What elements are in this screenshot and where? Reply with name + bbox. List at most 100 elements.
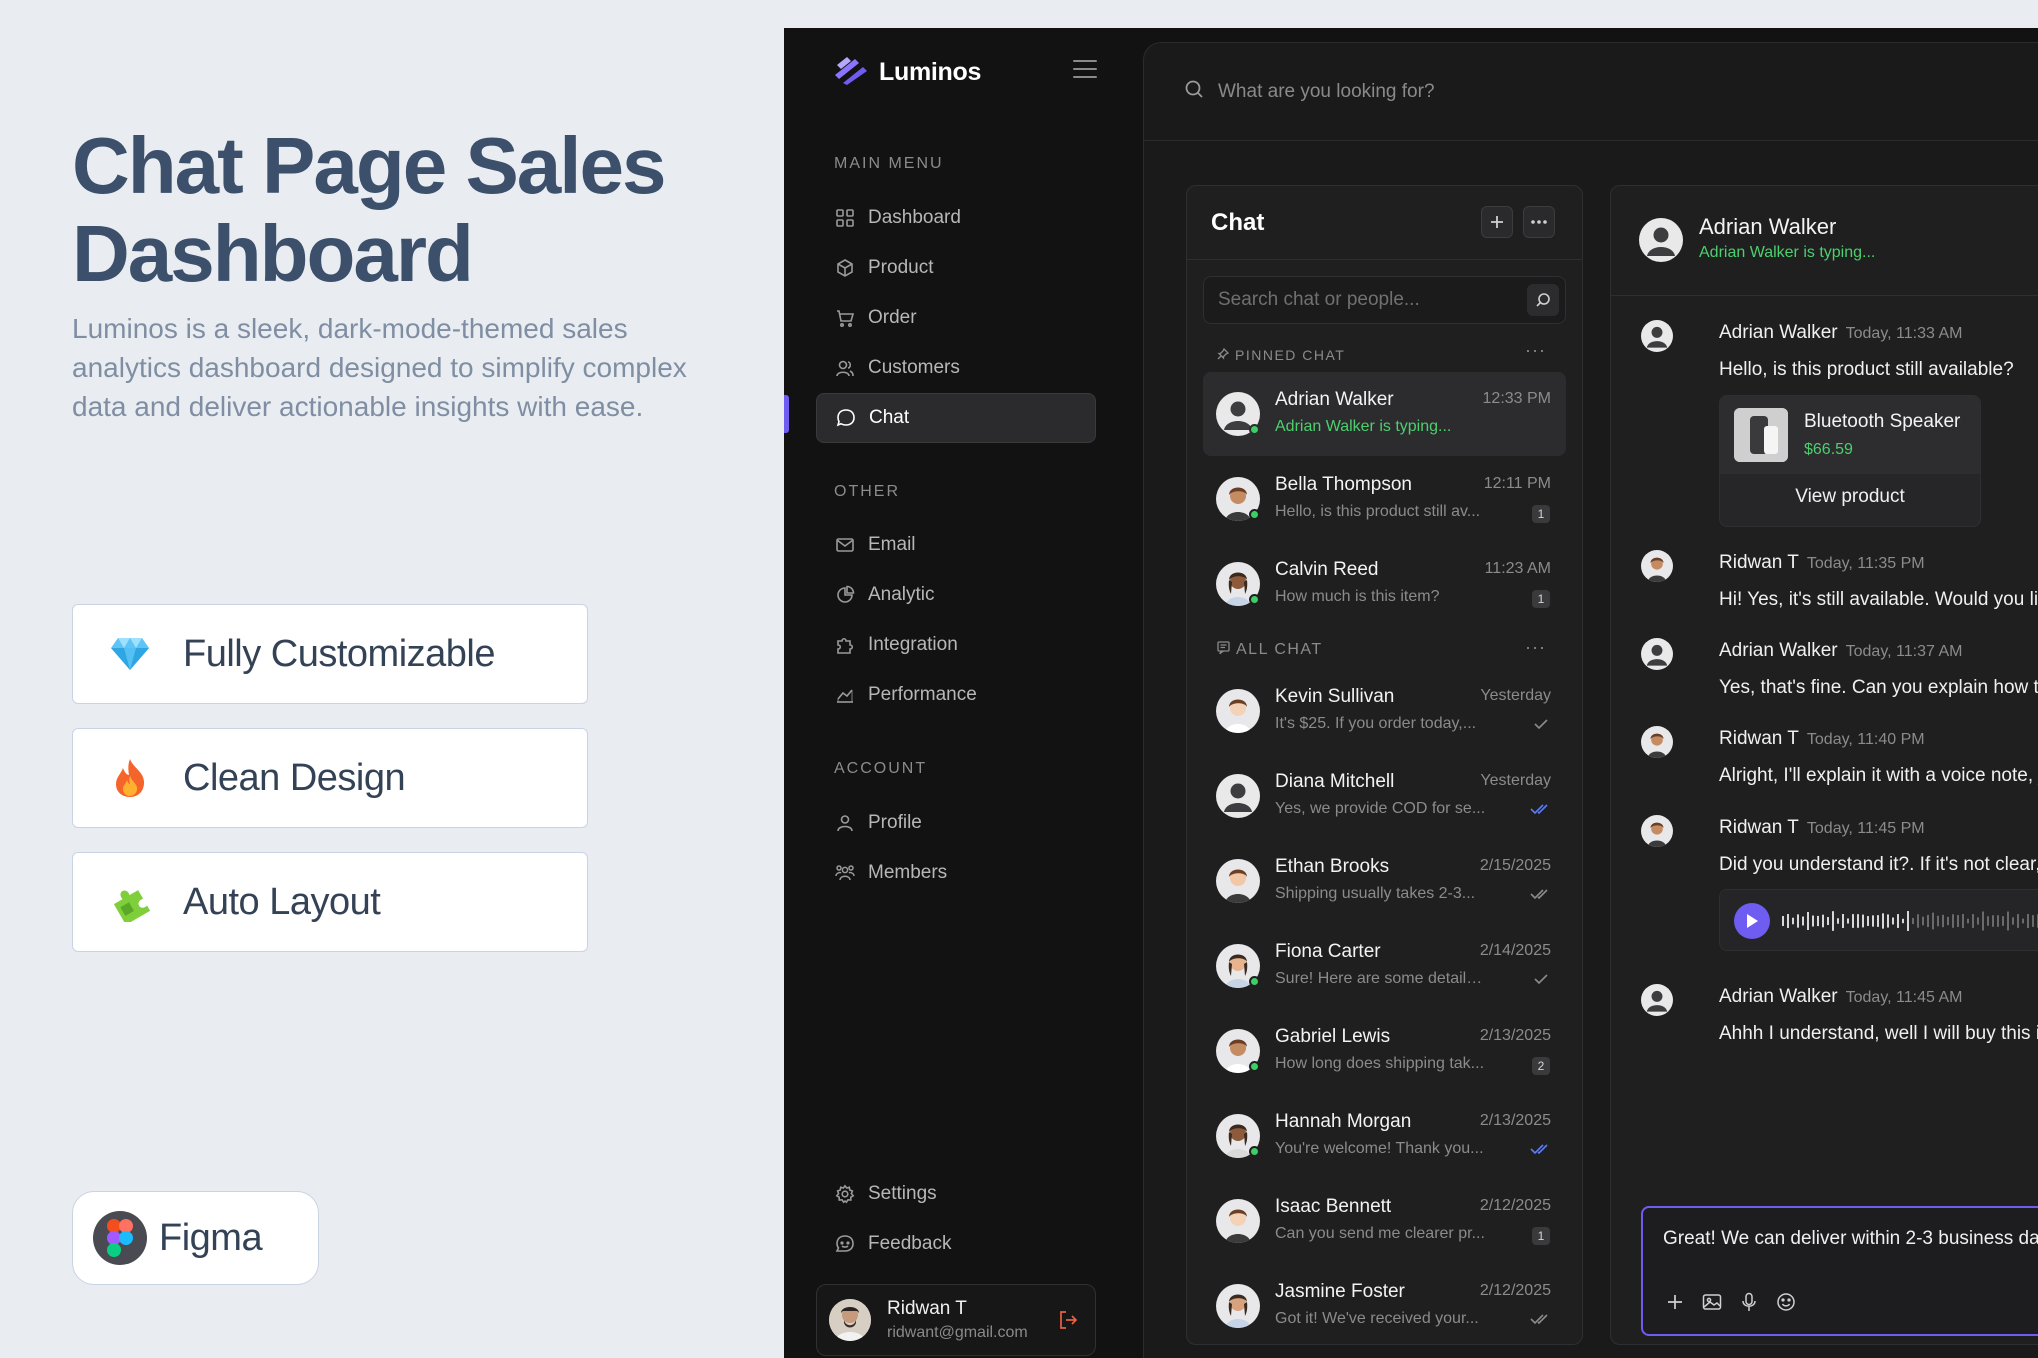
message-meta: Adrian Walker Today, 11:33 AM <box>1719 322 1962 344</box>
voice-note[interactable]: 00 <box>1719 889 2038 951</box>
message-sender: Ridwan T <box>1719 728 1799 749</box>
chat-list-item[interactable]: Gabriel Lewis How long does shipping tak.… <box>1203 1009 1566 1093</box>
sidebar-item-product[interactable]: Product <box>816 243 1096 293</box>
chat-list-item[interactable]: Calvin Reed How much is this item? 11:23 A… <box>1203 542 1566 626</box>
chat-icon <box>835 407 857 429</box>
new-chat-button[interactable] <box>1481 206 1513 238</box>
play-icon[interactable] <box>1734 903 1770 939</box>
chat-list-item[interactable]: Adrian Walker Adrian Walker is typing... 1… <box>1203 372 1566 456</box>
chat-list-item[interactable]: Isaac Bennett Can you send me clearer pr.… <box>1203 1179 1566 1263</box>
gear-icon <box>834 1183 856 1205</box>
brand-name: Luminos <box>879 58 982 86</box>
message-text: Ahhh I understand, well I will buy this … <box>1719 1023 2038 1044</box>
sidebar-item-integration[interactable]: Integration <box>816 620 1096 670</box>
product-card[interactable]: Bluetooth Speaker $66.59 View product <box>1719 395 1981 527</box>
other-title: OTHER <box>834 483 900 500</box>
current-user-card[interactable]: Ridwan T ridwant@gmail.com <box>816 1284 1096 1356</box>
menu-toggle-icon[interactable] <box>1073 60 1097 80</box>
message-composer[interactable]: Great! We can deliver within 2-3 busines… <box>1641 1206 2038 1336</box>
chat-list-item[interactable]: Fiona Carter Sure! Here are some detaile.… <box>1203 924 1566 1008</box>
logout-icon[interactable] <box>1057 1309 1079 1331</box>
puzzle-icon <box>107 879 153 925</box>
chat-contact-name: Isaac Bennett <box>1275 1196 1392 1217</box>
sidebar-item-feedback[interactable]: Feedback <box>816 1219 1096 1269</box>
avatar <box>1641 984 1673 1016</box>
members-icon <box>834 862 856 884</box>
account-title: ACCOUNT <box>834 760 928 777</box>
sidebar-item-email[interactable]: Email <box>816 520 1096 570</box>
chat-contact-name: Calvin Reed <box>1275 559 1379 580</box>
chat-list-item[interactable]: Ethan Brooks Shipping usually takes 2-3..… <box>1203 839 1566 923</box>
main-menu-title: MAIN MENU <box>834 155 944 172</box>
chat-list-item[interactable]: Kevin Sullivan It's $25. If you order tod… <box>1203 669 1566 753</box>
conversation-typing-status: Adrian Walker is typing... <box>1699 244 1876 261</box>
avatar <box>1216 774 1260 818</box>
message-text: Yes, that's fine. Can you explain how th… <box>1719 677 2038 698</box>
view-product-button[interactable]: View product <box>1720 486 1980 508</box>
chat-list-item[interactable]: Diana Mitchell Yes, we provide COD for se… <box>1203 754 1566 838</box>
chat-contact-name: Kevin Sullivan <box>1275 686 1395 707</box>
sidebar-item-performance[interactable]: Performance <box>816 670 1096 720</box>
gem-icon <box>107 631 153 677</box>
chat-list-header: Chat <box>1187 186 1582 260</box>
chat-list-panel: Chat Search chat or people... PINNED CHA… <box>1186 185 1583 1345</box>
sidebar-item-chat[interactable]: Chat <box>816 393 1096 443</box>
product-name: Bluetooth Speaker <box>1804 411 1961 432</box>
pinned-chat-title: PINNED CHAT <box>1217 347 1345 363</box>
chat-list-item[interactable]: Jasmine Foster Got it! We've received you… <box>1203 1264 1566 1344</box>
message-time: Today, 11:45 PM <box>1806 820 1925 837</box>
chat-preview: How much is this item? <box>1275 588 1440 605</box>
online-indicator <box>1249 424 1260 435</box>
pinned-more-icon[interactable]: ··· <box>1525 340 1546 361</box>
chat-contact-name: Ethan Brooks <box>1275 856 1390 877</box>
sidebar-item-customers[interactable]: Customers <box>816 343 1096 393</box>
chat-time: Yesterday <box>1480 687 1551 704</box>
chat-preview: It's $25. If you order today,... <box>1275 715 1477 732</box>
chat-list-more-button[interactable] <box>1523 206 1555 238</box>
promo-panel: Chat Page Sales Dashboard Luminos is a s… <box>0 0 784 1358</box>
search-button[interactable] <box>1527 284 1559 316</box>
sidebar-item-members[interactable]: Members <box>816 848 1096 898</box>
product-price: $66.59 <box>1804 441 1853 458</box>
add-icon[interactable] <box>1663 1290 1687 1314</box>
chat-time: 11:23 AM <box>1484 560 1551 577</box>
feature-label: Clean Design <box>183 756 406 799</box>
chat-time: Yesterday <box>1480 772 1551 789</box>
chat-list-item[interactable]: Hannah Morgan You're welcome! Thank you..… <box>1203 1094 1566 1178</box>
dashboard-icon <box>834 207 856 229</box>
sidebar-item-analytic[interactable]: Analytic <box>816 570 1096 620</box>
message-meta: Ridwan T Today, 11:45 PM <box>1719 817 1925 839</box>
puzzle-icon <box>834 634 856 656</box>
message-meta: Ridwan T Today, 11:35 PM <box>1719 552 1925 574</box>
message-input[interactable]: Great! We can deliver within 2-3 busines… <box>1663 1228 2038 1250</box>
all-chat-more-icon[interactable]: ··· <box>1525 637 1546 658</box>
avatar <box>1641 550 1673 582</box>
pin-icon <box>1217 347 1230 363</box>
online-indicator <box>1249 1146 1260 1157</box>
top-search-bar[interactable]: What are you looking for? <box>1144 43 2038 141</box>
sidebar-item-label: Settings <box>868 1183 937 1204</box>
online-indicator <box>1249 594 1260 605</box>
brand[interactable]: Luminos <box>833 55 981 90</box>
image-icon[interactable] <box>1700 1290 1724 1314</box>
current-user-email: ridwant@gmail.com <box>887 1324 1028 1341</box>
message-text: Hello, is this product still available? <box>1719 359 2014 380</box>
emoji-icon[interactable] <box>1774 1290 1798 1314</box>
chat-search-input[interactable]: Search chat or people... <box>1203 276 1566 324</box>
chat-preview: Hello, is this product still av... <box>1275 503 1481 520</box>
message-meta: Adrian Walker Today, 11:37 AM <box>1719 640 1962 662</box>
chat-list-item[interactable]: Bella Thompson Hello, is this product sti… <box>1203 457 1566 541</box>
feature-label: Auto Layout <box>183 880 381 923</box>
unread-badge: 1 <box>1532 1227 1550 1245</box>
users-icon <box>834 357 856 379</box>
avatar <box>1641 815 1673 847</box>
sidebar-item-profile[interactable]: Profile <box>816 798 1096 848</box>
microphone-icon[interactable] <box>1737 1290 1761 1314</box>
fire-icon <box>107 755 153 801</box>
chat-preview: Got it! We've received your... <box>1275 1310 1479 1327</box>
sidebar-item-settings[interactable]: Settings <box>816 1169 1096 1219</box>
search-input[interactable]: What are you looking for? <box>1218 81 1435 103</box>
sidebar-item-order[interactable]: Order <box>816 293 1096 343</box>
sidebar-item-dashboard[interactable]: Dashboard <box>816 193 1096 243</box>
user-icon <box>834 812 856 834</box>
